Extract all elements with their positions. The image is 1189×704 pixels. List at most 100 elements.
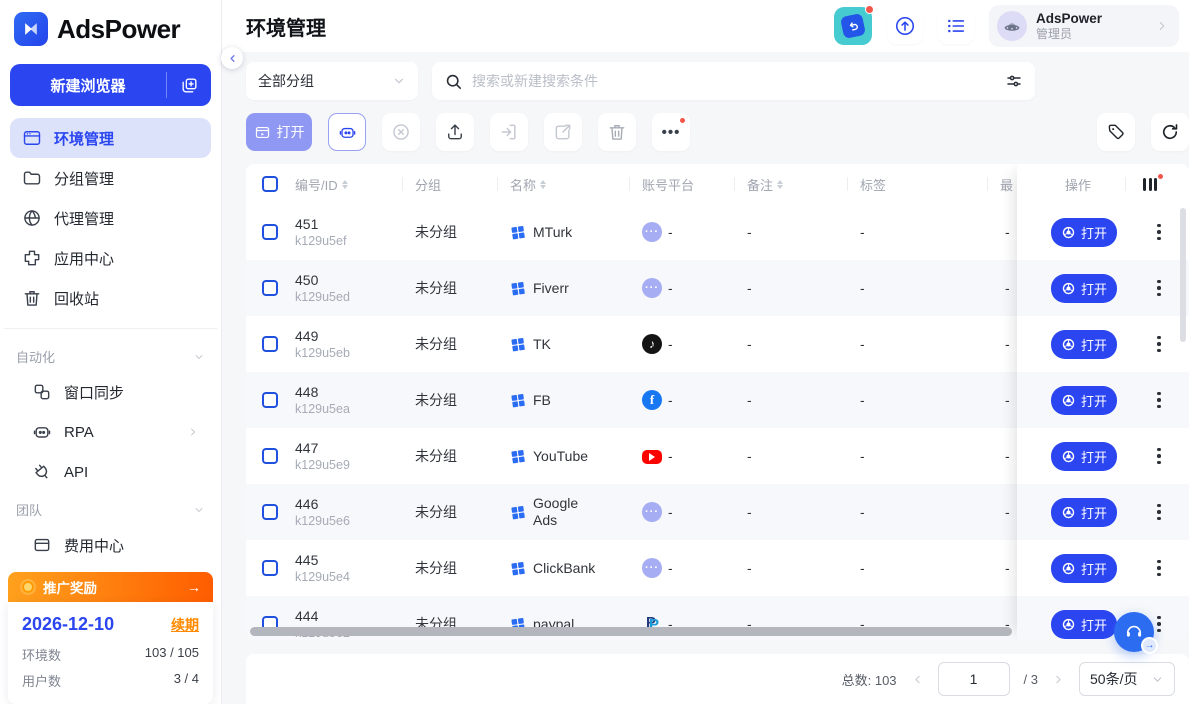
section-team[interactable]: 团队	[0, 492, 221, 525]
column-header-remark[interactable]: 备注	[747, 175, 860, 194]
row-tag: -	[860, 280, 1000, 296]
sidebar-item-apps[interactable]: 应用中心	[10, 238, 211, 278]
sidebar-item-groups[interactable]: 分组管理	[10, 158, 211, 198]
delete-button[interactable]	[598, 113, 636, 151]
support-help-button[interactable]: →	[1114, 612, 1154, 652]
row-name: MTurk	[533, 224, 572, 241]
sort-icon[interactable]	[342, 180, 348, 189]
import-button[interactable]	[490, 113, 528, 151]
row-checkbox[interactable]	[262, 392, 278, 408]
prev-page-button[interactable]	[911, 673, 924, 686]
page-number-input[interactable]	[938, 662, 1010, 696]
user-count-value: 3 / 4	[174, 671, 199, 690]
row-checkbox[interactable]	[262, 336, 278, 352]
page-size-dropdown[interactable]: 50条/页	[1079, 662, 1175, 696]
search-input[interactable]	[472, 73, 996, 89]
filter-sliders-icon[interactable]	[1005, 72, 1023, 90]
row-more-menu[interactable]	[1153, 220, 1165, 245]
horizontal-scrollbar[interactable]	[250, 627, 1012, 636]
row-more-menu[interactable]	[1153, 556, 1165, 581]
row-remark: -	[747, 448, 860, 464]
environments-table: 编号/ID 分组 名称 账号平台 备注 标签 最	[246, 164, 1189, 640]
row-more-menu[interactable]	[1153, 500, 1165, 525]
platform-icon: ···	[642, 502, 662, 522]
promo-banner[interactable]: 推广奖励 →	[8, 572, 213, 602]
column-header-group: 分组	[415, 175, 510, 194]
vertical-scrollbar[interactable]	[1180, 208, 1186, 342]
table-row-actions: 打开	[1017, 316, 1189, 372]
row-checkbox[interactable]	[262, 504, 278, 520]
table-row-actions: 打开	[1017, 372, 1189, 428]
close-browsers-button[interactable]	[382, 113, 420, 151]
sidebar-item-window-sync[interactable]: 窗口同步	[10, 372, 211, 412]
user-count-label: 用户数	[22, 671, 61, 690]
sync-update-icon[interactable]	[887, 8, 923, 44]
batch-open-button[interactable]: 打开	[246, 113, 312, 151]
env-count-label: 环境数	[22, 645, 61, 664]
row-id: 444	[295, 607, 415, 625]
row-code: k129u5e9	[295, 457, 415, 474]
row-open-button[interactable]: 打开	[1051, 610, 1117, 639]
row-open-button[interactable]: 打开	[1051, 498, 1117, 527]
next-page-button[interactable]	[1052, 673, 1065, 686]
sidebar-item-billing[interactable]: 费用中心	[10, 525, 211, 565]
row-more-menu[interactable]	[1153, 332, 1165, 357]
row-open-button[interactable]: 打开	[1051, 218, 1117, 247]
row-more-menu[interactable]	[1153, 612, 1165, 637]
table-row-actions: 打开	[1017, 260, 1189, 316]
new-browser-button[interactable]: 新建浏览器	[10, 64, 211, 106]
windows-icon	[510, 448, 526, 464]
row-open-button[interactable]: 打开	[1051, 274, 1117, 303]
group-filter-dropdown[interactable]: 全部分组	[246, 62, 418, 100]
row-checkbox[interactable]	[262, 280, 278, 296]
renew-link[interactable]: 续期	[171, 615, 199, 635]
row-open-button[interactable]: 打开	[1051, 442, 1117, 471]
row-code: k129u5e6	[295, 513, 415, 530]
adspower-app: AdsPower 新建浏览器 环境管理 分组管理 代理管理	[0, 0, 1189, 704]
row-open-button[interactable]: 打开	[1051, 330, 1117, 359]
row-platform-value: -	[668, 560, 673, 576]
row-more-menu[interactable]	[1153, 276, 1165, 301]
row-open-button[interactable]: 打开	[1051, 386, 1117, 415]
export-upload-button[interactable]	[436, 113, 474, 151]
task-list-icon[interactable]	[938, 8, 974, 44]
row-platform-value: -	[668, 504, 673, 520]
coin-icon	[20, 579, 36, 595]
profile-menu[interactable]: AdsPower 管理员	[989, 5, 1179, 47]
sidebar-item-api[interactable]: API	[10, 452, 211, 492]
windows-icon	[510, 224, 526, 240]
row-checkbox[interactable]	[262, 224, 278, 240]
column-settings-icon[interactable]	[1143, 178, 1157, 191]
table-row-actions: 打开	[1017, 596, 1189, 640]
sidebar-item-proxies[interactable]: 代理管理	[10, 198, 211, 238]
select-all-checkbox[interactable]	[262, 176, 278, 192]
section-automation[interactable]: 自动化	[0, 339, 221, 372]
batch-create-icon[interactable]	[167, 64, 211, 106]
apps-icon	[22, 248, 42, 268]
sort-icon[interactable]	[777, 180, 783, 189]
column-header-name[interactable]: 名称	[510, 175, 642, 194]
rollback-app-icon[interactable]	[834, 7, 872, 45]
sort-icon[interactable]	[540, 180, 546, 189]
sidebar-item-recycle-bin[interactable]: 回收站	[10, 278, 211, 318]
row-platform-value: -	[668, 336, 673, 352]
more-actions-button[interactable]: •••	[652, 113, 690, 151]
refresh-button[interactable]	[1151, 113, 1189, 151]
platform-icon	[642, 448, 662, 464]
column-header-id[interactable]: 编号/ID	[295, 175, 415, 194]
sidebar-item-label: 分组管理	[54, 168, 114, 189]
row-more-menu[interactable]	[1153, 444, 1165, 469]
share-button[interactable]	[544, 113, 582, 151]
rpa-task-button[interactable]	[328, 113, 366, 151]
open-label: 打开	[1081, 391, 1107, 410]
tags-button[interactable]	[1097, 113, 1135, 151]
row-open-button[interactable]: 打开	[1051, 554, 1117, 583]
expire-date: 2026-12-10	[22, 614, 114, 635]
row-checkbox[interactable]	[262, 560, 278, 576]
row-more-menu[interactable]	[1153, 388, 1165, 413]
sidebar-item-environments[interactable]: 环境管理	[10, 118, 211, 158]
column-header-actions: 操作	[1065, 175, 1091, 194]
row-checkbox[interactable]	[262, 448, 278, 464]
sidebar-item-rpa[interactable]: RPA	[10, 412, 211, 452]
sidebar-collapse-button[interactable]	[221, 47, 243, 69]
